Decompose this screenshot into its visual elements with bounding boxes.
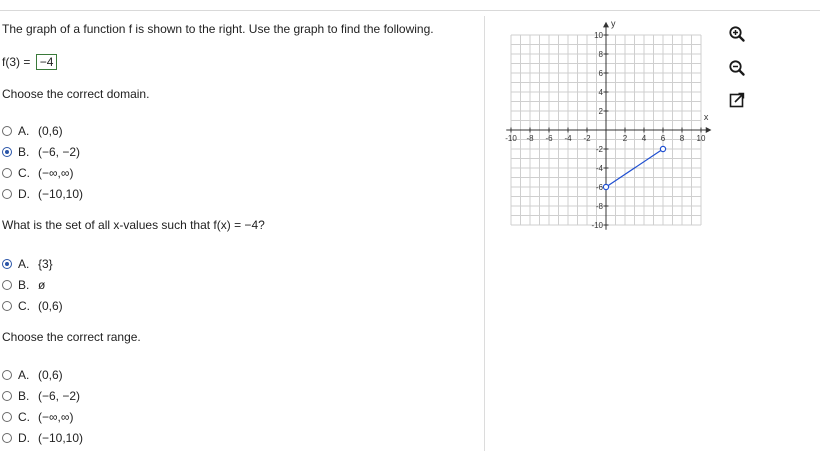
x-tick-label: -8 bbox=[526, 134, 534, 143]
x-axis-label: x bbox=[704, 112, 709, 122]
x-tick-label: -6 bbox=[545, 134, 553, 143]
zoom-out-icon[interactable] bbox=[728, 59, 746, 77]
radio-button[interactable] bbox=[2, 280, 12, 290]
radio-button[interactable] bbox=[2, 412, 12, 422]
y-tick-label: 2 bbox=[599, 107, 604, 116]
domain-prompt: Choose the correct domain. bbox=[2, 87, 150, 101]
x-tick-label: 2 bbox=[623, 134, 628, 143]
y-tick-label: -10 bbox=[591, 221, 603, 230]
radio-button-selected[interactable] bbox=[2, 259, 12, 269]
radio-button-selected[interactable] bbox=[2, 147, 12, 157]
f3-row: f(3) = −4 bbox=[2, 54, 58, 70]
x-tick-label: 6 bbox=[661, 134, 666, 143]
f3-answer-field[interactable]: −4 bbox=[35, 54, 58, 70]
range-prompt: Choose the correct range. bbox=[2, 330, 141, 344]
domain-option-d[interactable]: D. (−10,10) bbox=[2, 186, 83, 202]
xset-prompt: What is the set of all x-values such tha… bbox=[2, 218, 265, 232]
y-tick-label: -6 bbox=[596, 183, 604, 192]
x-axis-arrow bbox=[705, 127, 712, 133]
y-tick-label: 6 bbox=[599, 69, 604, 78]
xset-option-a[interactable]: A. {3} bbox=[2, 256, 53, 272]
radio-button[interactable] bbox=[2, 391, 12, 401]
range-option-d[interactable]: D. (−10,10) bbox=[2, 430, 83, 446]
x-tick-label: -10 bbox=[505, 134, 517, 143]
y-tick-label: -4 bbox=[596, 164, 604, 173]
open-endpoint-end bbox=[659, 145, 667, 153]
x-tick-label: -4 bbox=[564, 134, 572, 143]
radio-button[interactable] bbox=[2, 126, 12, 136]
radio-button[interactable] bbox=[2, 189, 12, 199]
radio-button[interactable] bbox=[2, 433, 12, 443]
x-tick-label: 4 bbox=[642, 134, 647, 143]
radio-button[interactable] bbox=[2, 370, 12, 380]
y-tick-label: 10 bbox=[594, 31, 603, 40]
y-tick-label: -8 bbox=[596, 202, 604, 211]
question-intro: The graph of a function f is shown to th… bbox=[2, 22, 434, 36]
range-option-c[interactable]: C. (−∞,∞) bbox=[2, 409, 73, 425]
top-divider bbox=[0, 10, 820, 11]
x-tick-label: -2 bbox=[583, 134, 591, 143]
radio-button[interactable] bbox=[2, 301, 12, 311]
y-tick-label: -2 bbox=[596, 145, 604, 154]
zoom-in-icon[interactable] bbox=[728, 25, 746, 43]
domain-option-b[interactable]: B. (−6, −2) bbox=[2, 144, 80, 160]
f3-label: f(3) = bbox=[2, 55, 31, 69]
range-option-b[interactable]: B. (−6, −2) bbox=[2, 388, 80, 404]
domain-option-c[interactable]: C. (−∞,∞) bbox=[2, 165, 73, 181]
range-option-a[interactable]: A. (0,6) bbox=[2, 367, 63, 383]
x-tick-label: 10 bbox=[697, 134, 706, 143]
popout-icon[interactable] bbox=[728, 91, 746, 109]
y-tick-label: 4 bbox=[599, 88, 604, 97]
y-axis-arrow bbox=[603, 21, 609, 28]
x-tick-label: 8 bbox=[680, 134, 685, 143]
xset-option-c[interactable]: C. (0,6) bbox=[2, 298, 63, 314]
domain-option-a[interactable]: A. (0,6) bbox=[2, 123, 63, 139]
y-axis-label: y bbox=[611, 20, 616, 28]
open-endpoint-start bbox=[602, 183, 610, 191]
function-graph: x y -10 -8 -6 -4 -2 2 4 6 8 10 10 8 6 4 2 -2 -4 -6 -8 -10 bbox=[505, 20, 712, 230]
xset-option-b[interactable]: B. ø bbox=[2, 277, 45, 293]
y-tick-label: 8 bbox=[599, 50, 604, 59]
panel-divider bbox=[484, 16, 485, 451]
radio-button[interactable] bbox=[2, 168, 12, 178]
